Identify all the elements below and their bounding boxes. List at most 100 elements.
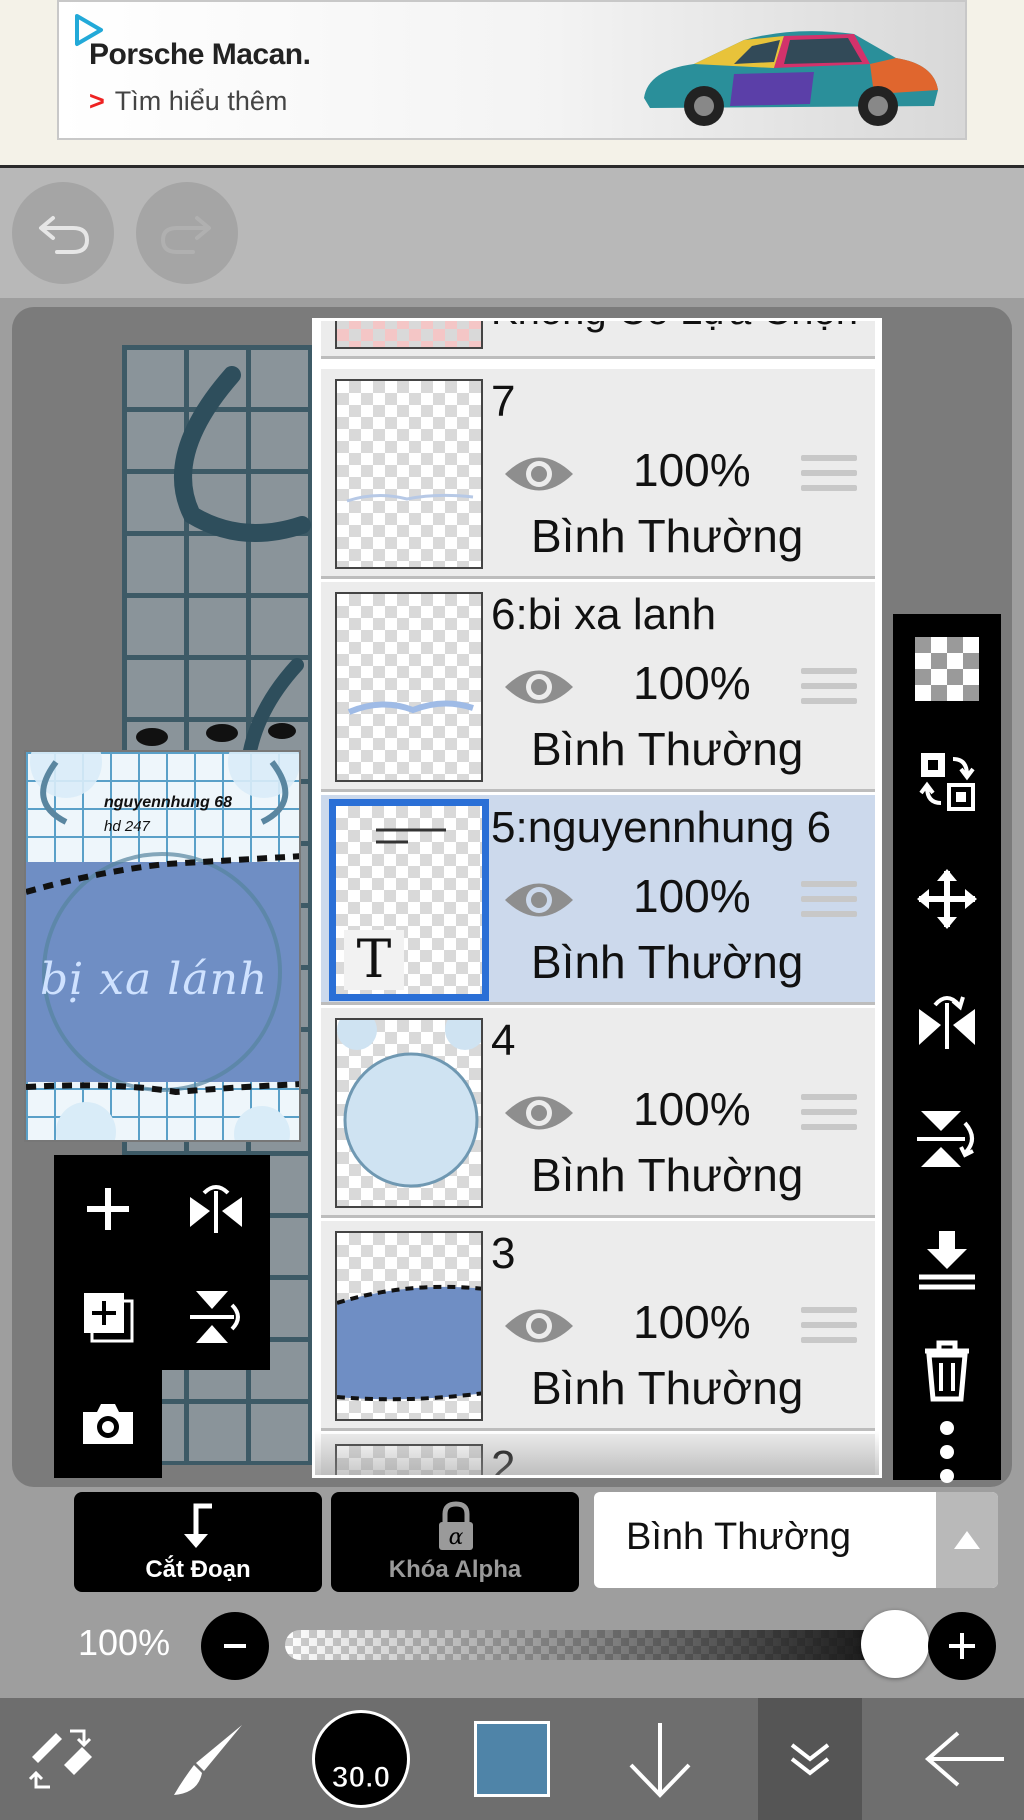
drag-handle-icon[interactable] [801, 455, 857, 499]
transform-icon [919, 753, 975, 811]
camera-button[interactable] [54, 1370, 162, 1478]
transparent-fill-button[interactable] [893, 614, 1001, 724]
redo-icon [160, 216, 211, 254]
down-arrow-button[interactable] [610, 1698, 710, 1820]
arrow-left-icon [924, 1731, 1004, 1787]
transform-button[interactable] [893, 726, 1001, 836]
layer-thumbnail [335, 321, 483, 349]
opacity-increase-button[interactable] [928, 1612, 996, 1680]
drag-handle-icon[interactable] [801, 1307, 857, 1351]
brush-tool-button[interactable] [158, 1698, 258, 1820]
drag-handle-icon[interactable] [801, 881, 857, 925]
layer-row-3[interactable]: 3 100% Bình Thường [321, 1221, 875, 1431]
double-chevron-down-icon [790, 1743, 830, 1776]
flip-vertical-icon [190, 1291, 240, 1343]
layer-thumbnail [335, 592, 483, 782]
drag-handle-icon[interactable] [801, 1094, 857, 1138]
merge-down-icon [919, 1231, 975, 1290]
clipping-button[interactable]: Cắt Đoạn [74, 1492, 322, 1592]
layer-name: 6:bi xa lanh [491, 590, 717, 639]
blend-mode-dropdown-toggle[interactable] [936, 1492, 998, 1588]
flip-horizontal-icon [190, 1185, 242, 1233]
layer-name: Không Có Lựa Chọn [491, 321, 858, 334]
flip-vertical-button[interactable] [162, 1263, 270, 1371]
collapse-layers-button[interactable] [758, 1698, 862, 1820]
blend-mode-select[interactable]: Bình Thường [594, 1492, 998, 1588]
duplicate-layer-button[interactable] [54, 1263, 162, 1371]
move-button[interactable] [893, 844, 1001, 954]
bottom-toolbar: 30.0 [0, 1698, 1024, 1820]
minus-icon [224, 1644, 246, 1648]
layer-row-4[interactable]: 4 100% Bình Thường [321, 1008, 875, 1218]
layer-name: 3 [491, 1229, 516, 1278]
layer-thumbnail: T [329, 799, 489, 1001]
layers-panel[interactable]: Không Có Lựa Chọn 7 100% Bình Thường 6:b… [312, 318, 882, 1478]
redo-button[interactable] [136, 182, 238, 284]
layer-name: 7 [491, 377, 516, 426]
layer-row-6[interactable]: 6:bi xa lanh 100% Bình Thường [321, 582, 875, 792]
layer-row-no-selection[interactable]: Không Có Lựa Chọn [321, 321, 875, 359]
flip-vertical-icon [917, 1111, 974, 1167]
eye-icon[interactable] [501, 449, 577, 499]
plus-icon [949, 1633, 975, 1659]
flip-horizontal-button[interactable] [162, 1155, 270, 1263]
preview-text-line1: nguyennhung 68 [104, 794, 232, 811]
layer-opacity: 100% [633, 657, 751, 709]
clipping-arrow-icon [184, 1503, 212, 1548]
clipping-label: Cắt Đoạn [145, 1556, 251, 1583]
eye-icon[interactable] [501, 1301, 577, 1351]
eye-icon[interactable] [501, 662, 577, 712]
more-options-button[interactable] [893, 1421, 1001, 1483]
more-vert-icon [940, 1421, 954, 1483]
flip-vertical-right-button[interactable] [893, 1084, 1001, 1194]
layer-opacity: 100% [633, 1083, 751, 1135]
layer-name: 5:nguyennhung 6 [491, 803, 832, 852]
chevron-right-icon: > [89, 86, 105, 116]
camera-icon [83, 1404, 133, 1444]
opacity-label: 100% [78, 1622, 171, 1663]
move-icon [917, 869, 977, 929]
layer-blend-mode: Bình Thường [531, 723, 804, 775]
lock-icon: α [439, 1501, 473, 1550]
blend-mode-value: Bình Thường [626, 1516, 852, 1558]
ad-learn-more-link[interactable]: > Tìm hiểu thêm [89, 86, 287, 117]
delete-icon [925, 1340, 969, 1402]
layer-opacity: 100% [633, 444, 751, 496]
eye-icon[interactable] [501, 875, 577, 925]
ad-banner[interactable]: Porsche Macan. > Tìm hiểu thêm [57, 0, 967, 140]
text-layer-marker: T [344, 930, 404, 990]
layer-row-7[interactable]: 7 100% Bình Thường [321, 369, 875, 579]
layer-row-5-selected[interactable]: T 5:nguyennhung 6 100% Bình Thường [321, 795, 875, 1005]
color-button[interactable] [462, 1698, 562, 1820]
flip-horizontal-right-button[interactable] [893, 964, 1001, 1074]
ad-car-image [644, 31, 938, 126]
ad-link-label: Tìm hiểu thêm [114, 86, 288, 116]
layer-blend-mode: Bình Thường [531, 936, 804, 988]
list-fade [315, 1431, 879, 1475]
opacity-decrease-button[interactable] [201, 1612, 269, 1680]
delete-layer-button[interactable] [893, 1316, 1001, 1426]
brush-size-button[interactable]: 30.0 [306, 1698, 416, 1820]
drag-handle-icon[interactable] [801, 668, 857, 712]
brush-size-indicator: 30.0 [312, 1710, 410, 1808]
opacity-slider-knob[interactable] [861, 1610, 929, 1678]
merge-down-button[interactable] [893, 1204, 1001, 1314]
layer-blend-mode: Bình Thường [531, 510, 804, 562]
back-button[interactable] [910, 1698, 1020, 1820]
layer-blend-mode: Bình Thường [531, 1149, 804, 1201]
ad-banner-area: Porsche Macan. > Tìm hiểu thêm [0, 0, 1024, 168]
canvas-preview-thumbnail[interactable]: nguyennhung 68 hd 247 bị xa lánh [24, 750, 301, 1142]
eye-icon[interactable] [501, 1088, 577, 1138]
layer-thumbnail-art [337, 1284, 481, 1402]
undo-button[interactable] [12, 182, 114, 284]
alpha-lock-label: Khóa Alpha [388, 1556, 522, 1583]
right-tool-column [893, 614, 1001, 1483]
layer-thumbnail [335, 1231, 483, 1421]
add-layer-button[interactable] [54, 1155, 162, 1263]
opacity-slider-track[interactable] [285, 1630, 895, 1660]
layer-thumbnail-art [337, 1020, 481, 1188]
tool-switch-button[interactable] [10, 1698, 110, 1820]
add-layer-icon [87, 1188, 129, 1230]
layer-thumbnail-art [346, 493, 474, 503]
alpha-lock-button[interactable]: α Khóa Alpha [331, 1492, 579, 1592]
